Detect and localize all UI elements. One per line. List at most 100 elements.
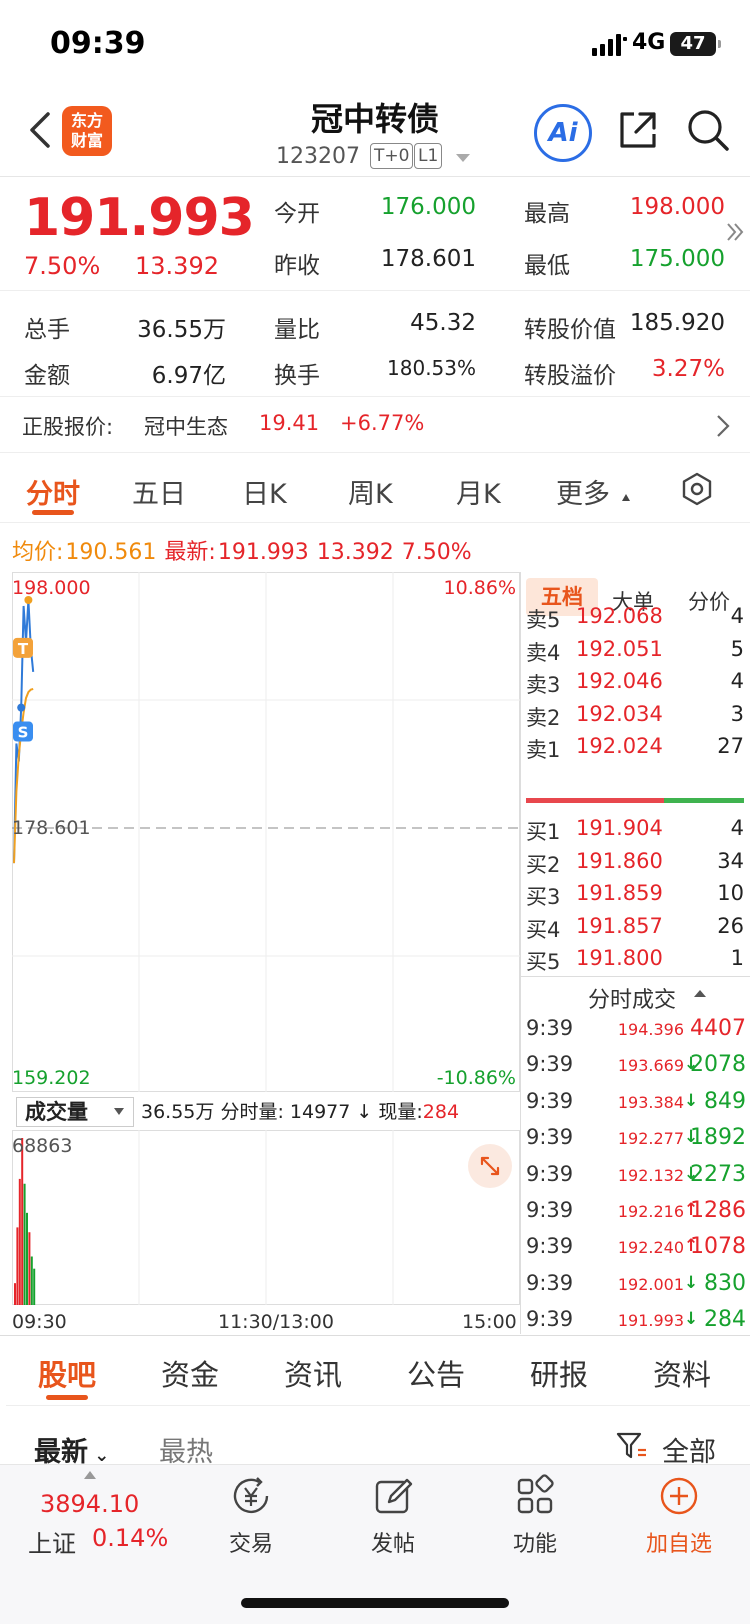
tab-profile[interactable]: 资料 [653,1352,711,1394]
tick-arrow-icon: ↓ [684,1272,699,1293]
bid-level-2[interactable]: 买2 191.860 34 [526,849,744,882]
filter-icon[interactable] [616,1430,648,1466]
level-price: 192.051 [576,636,663,661]
bid-level-4[interactable]: 买4 191.857 26 [526,914,744,947]
nav-add-watchlist[interactable]: 加自选 [634,1472,724,1558]
tick-time: 9:39 [526,1270,574,1295]
underlying-name: 冠中生态 [144,415,228,439]
divider [6,1405,750,1406]
tick-volume: 1286 [690,1198,746,1223]
underlying-label: 正股报价: [22,415,114,439]
tab-news[interactable]: 资讯 [284,1352,342,1394]
expand-icon[interactable] [468,1144,512,1188]
underlying-price: 19.41 [259,411,320,435]
chevron-down-icon: ⌄ [88,1445,110,1466]
back-icon[interactable] [28,112,52,152]
volume-bar [21,1138,24,1305]
chevron-right-icon[interactable] [716,414,730,442]
add-circle-icon [634,1472,724,1520]
volume-chart[interactable]: 68863 [12,1130,520,1305]
tab-capital[interactable]: 资金 [161,1352,219,1394]
tab-announcements[interactable]: 公告 [407,1352,465,1394]
conversion-value-label: 转股价值 [524,317,616,343]
nav-functions[interactable]: 功能 [490,1472,580,1558]
share-icon[interactable] [616,108,660,156]
tab-research[interactable]: 研报 [530,1352,588,1394]
trade-icon [206,1472,296,1520]
ask-level-1[interactable]: 卖5 192.068 4 [526,604,744,637]
latest-percent: 7.50% [401,540,472,565]
price-ref-label: 178.601 [12,817,91,839]
volume-bar [23,1183,26,1305]
bid-level-1[interactable]: 买1 191.904 4 [526,816,744,849]
nav-trade[interactable]: 交易 [206,1472,296,1558]
low-label: 最低 [524,253,570,279]
ticks-title[interactable]: 分时成交 [588,982,676,1014]
level-label: 买4 [526,917,561,942]
price-max-label: 198.000 [12,577,91,599]
tick-row: 9:39 192.216 ↑ 1286 [526,1198,746,1234]
level-qty: 5 [730,636,744,661]
tab-weekly-k[interactable]: 周K [348,472,393,511]
index-value[interactable]: 3894.10 [40,1490,139,1518]
tick-volume: 2078 [690,1052,746,1078]
search-icon[interactable] [686,108,730,156]
tag-l1: L1 [414,143,443,169]
level-price: 191.904 [576,816,663,840]
tick-time: 9:39 [526,1198,574,1222]
brand-logo[interactable]: 东方 财富 [62,106,112,156]
tick-price: 193.384 [617,1092,684,1112]
tick-price: 192.216 [617,1202,684,1221]
tab-five-day[interactable]: 五日 [132,472,186,511]
level-qty: 4 [730,669,744,693]
tick-time: 9:39 [526,1307,574,1332]
edit-icon [348,1472,438,1520]
price-min-label: 159.202 [12,1067,91,1089]
tick-time: 9:39 [526,1161,574,1186]
chevron-down-icon[interactable] [456,154,470,162]
double-chevron-right-icon[interactable] [725,220,745,248]
volume-ratio-value: 45.32 [410,310,476,336]
tab-more[interactable]: 更多 [556,472,610,511]
tick-volume: 830 [704,1270,746,1296]
volume-bar [33,1268,36,1305]
bid-level-5[interactable]: 买5 191.800 1 [526,946,744,979]
tick-price: 192.001 [617,1274,684,1294]
trade-marker-t[interactable]: T [13,637,33,658]
home-indicator [241,1598,509,1608]
tick-row: 9:39 192.277 ↓ 1892 [526,1125,746,1161]
divider [0,522,750,523]
svg-text:T: T [18,640,29,658]
index-name[interactable]: 上证 [28,1524,76,1559]
ask-level-5[interactable]: 卖1 192.024 27 [526,734,744,767]
divider [520,976,750,977]
ask-level-4[interactable]: 卖2 192.034 3 [526,702,744,735]
ai-assistant-button[interactable]: Ai [534,104,592,162]
tab-monthly-k[interactable]: 月K [456,472,501,511]
open-label: 今开 [274,201,320,227]
trade-marker-s[interactable]: S [13,721,33,742]
index-change[interactable]: 0.14% [92,1524,168,1552]
tab-intraday[interactable]: 分时 [26,472,80,511]
tab-forum[interactable]: 股吧 [38,1352,96,1394]
ask-level-3[interactable]: 卖3 192.046 4 [526,669,744,702]
tick-arrow-icon: ↓ [684,1309,699,1330]
conversion-premium-label: 转股溢价 [524,363,616,389]
nav-post[interactable]: 发帖 [348,1472,438,1558]
intraday-summary: 均价:190.561 最新:191.993 13.392 7.50% [12,534,480,566]
gear-icon[interactable] [680,472,714,510]
ask-level-2[interactable]: 卖4 192.051 5 [526,637,744,670]
nav-trade-label: 交易 [228,1532,273,1557]
intraday-price-chart[interactable]: T S 198.000 178.601 159.202 10.86% -10.86… [12,572,520,1092]
level-qty: 3 [730,701,744,726]
level-label: 买2 [526,852,561,877]
change-percent: 7.50% [24,252,101,280]
tab-daily-k[interactable]: 日K [242,472,287,511]
tick-price: 191.993 [617,1311,684,1331]
latest-label: 最新: [164,540,216,565]
bid-level-3[interactable]: 买3 191.859 10 [526,881,744,914]
change-amount: 13.392 [135,252,219,280]
volume-value: 36.55万 [137,317,226,343]
prev-close-value: 178.601 [380,246,476,272]
level-price: 191.857 [576,913,663,938]
